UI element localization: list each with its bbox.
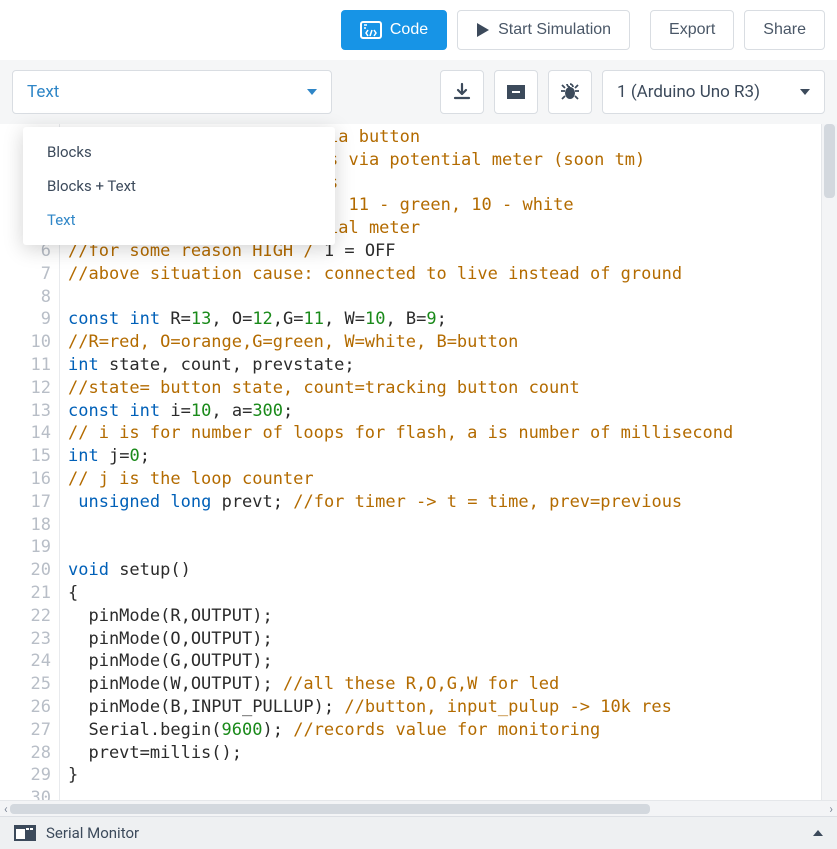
horizontal-scrollbar[interactable]: ‹ › [0,800,837,816]
hscroll-thumb[interactable] [10,804,650,814]
share-button[interactable]: Share [744,10,825,50]
share-label: Share [763,21,806,39]
chevron-down-icon [307,89,317,95]
play-icon [476,22,490,38]
start-simulation-button[interactable]: Start Simulation [457,10,630,50]
scroll-left-icon[interactable]: ‹ [2,802,10,816]
view-mode-option-blocks-text[interactable]: Blocks + Text [23,169,335,203]
code-icon [360,21,382,39]
view-mode-option-blocks[interactable]: Blocks [23,135,335,169]
inbox-icon [505,83,527,101]
serial-monitor-label: Serial Monitor [46,824,139,842]
device-selected: 1 (Arduino Uno R3) [617,82,760,102]
serial-monitor-icon [14,825,36,841]
view-mode-selected: Text [27,82,59,102]
view-mode-dropdown[interactable]: Text [12,70,332,114]
download-icon [452,82,472,102]
device-dropdown[interactable]: 1 (Arduino Uno R3) [602,70,825,114]
export-button[interactable]: Export [650,10,734,50]
vertical-scrollbar[interactable] [821,124,837,800]
view-mode-option-text[interactable]: Text [23,203,335,237]
vscroll-thumb[interactable] [824,124,835,198]
bug-icon [559,82,581,102]
code-button-label: Code [390,21,428,39]
serial-monitor-bar[interactable]: Serial Monitor [0,816,837,849]
code-button[interactable]: Code [341,10,447,50]
view-mode-menu: Blocks Blocks + Text Text [23,127,335,245]
scroll-right-icon[interactable]: › [827,802,835,816]
debug-button[interactable] [548,70,592,114]
download-button[interactable] [440,70,484,114]
export-label: Export [669,21,715,39]
chevron-up-icon [813,830,823,836]
start-simulation-label: Start Simulation [498,21,611,39]
top-toolbar: Code Start Simulation Export Share [0,0,837,60]
library-button[interactable] [494,70,538,114]
editor-toolbar: Text 1 (Arduino Uno R3) [0,60,837,124]
chevron-down-icon [800,89,810,95]
